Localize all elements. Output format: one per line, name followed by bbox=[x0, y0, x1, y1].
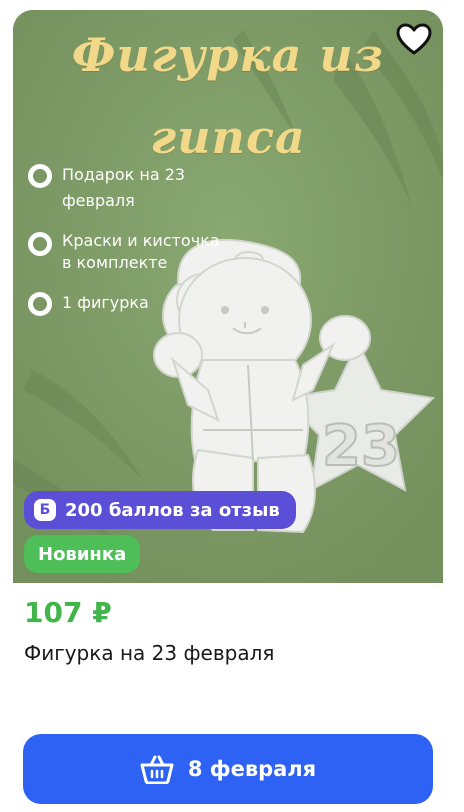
feature-text: 1 фигурка bbox=[62, 293, 149, 312]
basket-icon bbox=[140, 755, 174, 784]
new-badge: Новинка bbox=[24, 535, 141, 573]
feature-text: в комплекте bbox=[62, 253, 168, 272]
points-icon: Б bbox=[34, 499, 56, 521]
feature-text: Краски и кисточка bbox=[62, 231, 220, 250]
product-card[interactable]: Фигурка из гипса 23 Подарок на 23 феврал… bbox=[0, 0, 464, 812]
product-price: 107 ₽ bbox=[24, 596, 112, 629]
image-title-line1: Фигурка из bbox=[71, 28, 385, 82]
bullet-ring-icon bbox=[28, 164, 52, 188]
bullet-ring-icon bbox=[28, 232, 52, 256]
heart-outline-icon bbox=[396, 23, 432, 55]
feature-item: 1 фигурка bbox=[28, 290, 149, 316]
product-name[interactable]: Фигурка на 23 февраля bbox=[24, 641, 274, 665]
points-label: 200 баллов за отзыв bbox=[65, 499, 280, 521]
add-to-cart-button[interactable]: 8 февраля bbox=[23, 734, 433, 804]
image-title-line2: гипса bbox=[150, 110, 306, 164]
feature-item: Подарок на 23 февраля bbox=[28, 162, 185, 214]
add-to-cart-label: 8 февраля bbox=[187, 757, 317, 781]
favorite-button[interactable] bbox=[394, 20, 434, 60]
bullet-ring-icon bbox=[28, 292, 52, 316]
points-badge: Б 200 баллов за отзыв bbox=[24, 491, 296, 529]
feature-text: февраля bbox=[62, 191, 135, 210]
feature-text: Подарок на 23 bbox=[62, 165, 186, 184]
feature-item: Краски и кисточка в комплекте bbox=[28, 230, 220, 274]
